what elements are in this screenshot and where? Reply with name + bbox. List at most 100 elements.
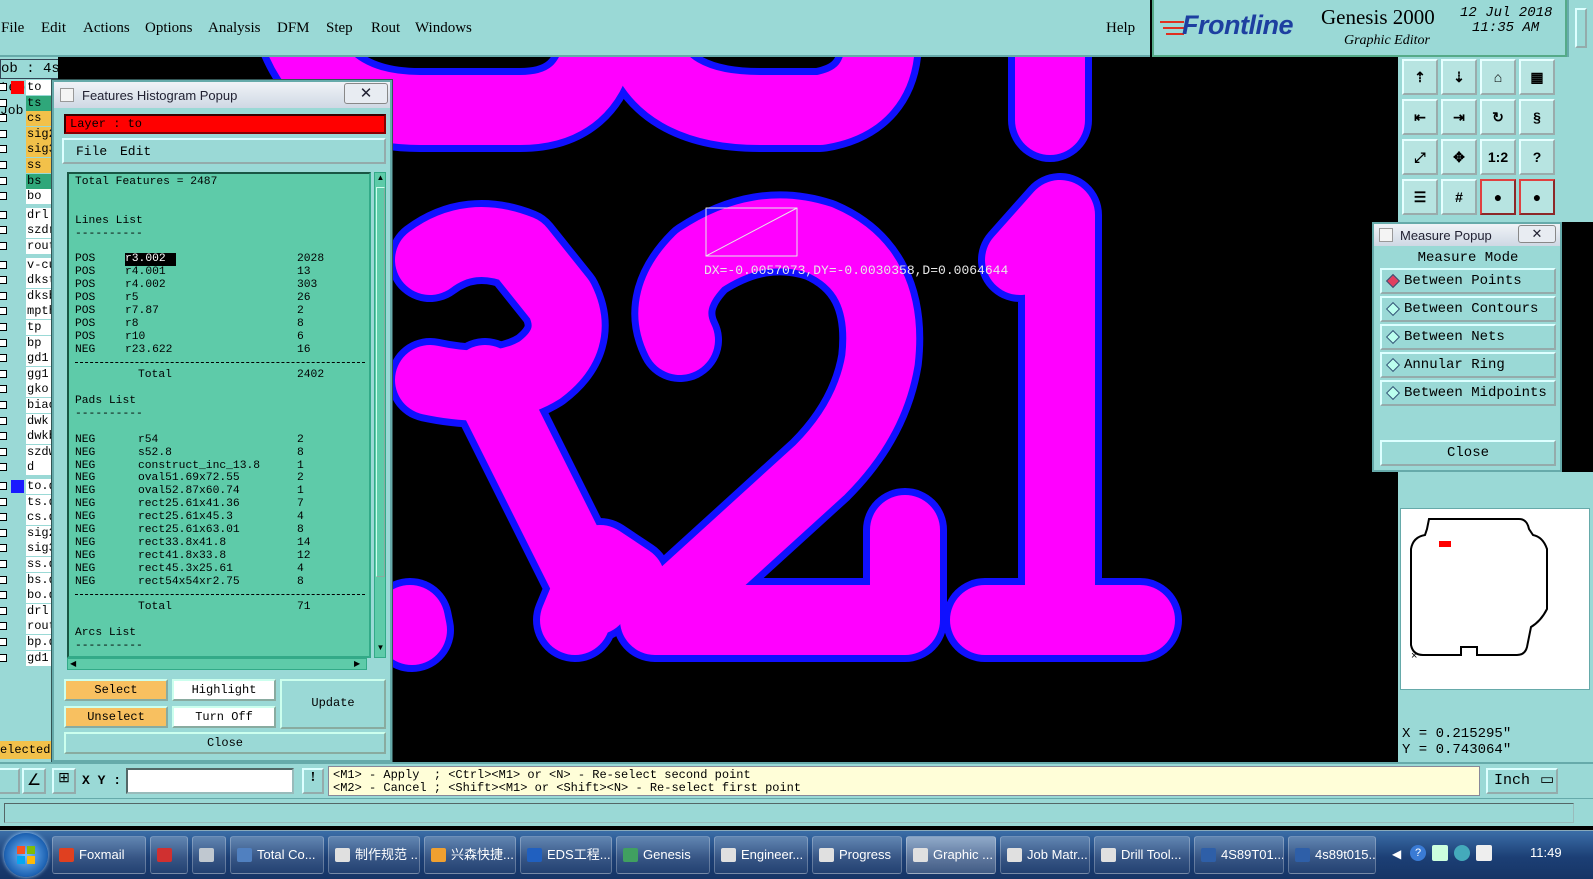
scroll-down-icon[interactable]: ▼ xyxy=(376,643,385,655)
option-between-points[interactable]: Between Points xyxy=(1380,268,1556,294)
header-scrollbar[interactable] xyxy=(1567,0,1593,57)
layer-checkbox[interactable] xyxy=(0,176,7,185)
layer-row[interactable]: bs.d xyxy=(0,572,58,588)
layer-checkbox[interactable] xyxy=(0,497,7,506)
layer-row[interactable]: bp.d xyxy=(0,635,58,650)
layer-row[interactable]: drl. xyxy=(0,603,58,619)
layer-row[interactable]: dkst xyxy=(0,273,58,289)
net-disconnect-icon[interactable]: ● xyxy=(1519,179,1555,215)
help-tray-icon[interactable]: ? xyxy=(1410,845,1426,861)
histogram-vertical-scrollbar[interactable]: ▲ ▼ xyxy=(374,172,386,658)
measure-close-button[interactable]: Close xyxy=(1380,440,1556,466)
histogram-menu-file[interactable]: File xyxy=(76,144,107,159)
taskbar-button[interactable]: Graphic ... xyxy=(906,836,996,874)
taskbar-button[interactable] xyxy=(150,836,188,874)
layer-checkbox[interactable] xyxy=(0,513,7,522)
taskbar-clock[interactable]: 11:49 xyxy=(1530,845,1562,860)
taskbar-button[interactable]: Total Co... xyxy=(230,836,324,874)
layer-checkbox[interactable] xyxy=(0,432,7,441)
layer-row[interactable]: bo xyxy=(0,189,58,205)
layer-checkbox[interactable] xyxy=(0,114,7,123)
layer-row[interactable]: d xyxy=(0,460,58,476)
menu-rout[interactable]: Rout xyxy=(371,20,400,37)
menu-edit[interactable]: Edit xyxy=(41,20,66,37)
layer-row[interactable]: bp xyxy=(0,335,58,351)
layer-row[interactable]: ts.d xyxy=(0,494,58,510)
close-icon[interactable]: ✕ xyxy=(344,83,388,104)
layer-row[interactable]: dwk xyxy=(0,413,58,429)
taskbar-button[interactable]: 4s89t015... xyxy=(1288,836,1376,874)
grid-icon[interactable]: # xyxy=(1441,179,1477,215)
tray-arrow-icon[interactable]: ◀ xyxy=(1392,847,1401,862)
taskbar-button[interactable]: Foxmail xyxy=(52,836,146,874)
layer-checkbox[interactable] xyxy=(0,226,7,235)
layer-row[interactable]: v-cu xyxy=(0,257,58,273)
layer-checkbox[interactable] xyxy=(0,98,7,107)
layer-row[interactable]: bs xyxy=(0,173,58,189)
warning-icon[interactable]: ! xyxy=(302,768,324,794)
update-button[interactable]: Update xyxy=(280,679,386,729)
menu-options[interactable]: Options xyxy=(145,20,193,37)
layer-checkbox[interactable] xyxy=(0,242,7,250)
menu-analysis[interactable]: Analysis xyxy=(208,20,261,37)
layer-row[interactable]: bo.d xyxy=(0,588,58,604)
flag-icon[interactable] xyxy=(1476,845,1492,861)
taskbar-button[interactable]: Drill Tool... xyxy=(1094,836,1190,874)
volume-icon[interactable] xyxy=(1454,845,1470,861)
zoom-down-icon[interactable]: ⇣ xyxy=(1441,59,1477,95)
layer-checkbox[interactable] xyxy=(0,385,7,394)
scroll-left-icon[interactable]: ◀ xyxy=(70,659,76,668)
network-icon[interactable] xyxy=(1432,845,1448,861)
scroll-right-icon[interactable]: ▶ xyxy=(354,659,360,668)
layer-checkbox[interactable] xyxy=(0,83,7,91)
option-between-nets[interactable]: Between Nets xyxy=(1380,324,1556,350)
layer-row[interactable]: ss xyxy=(0,158,58,173)
layer-checkbox[interactable] xyxy=(0,291,7,300)
snap-icon[interactable]: § xyxy=(1519,99,1555,135)
layer-row[interactable]: rout xyxy=(0,619,58,635)
taskbar-button[interactable]: Progress xyxy=(812,836,902,874)
layer-row[interactable]: biao xyxy=(0,398,58,413)
layer-row[interactable]: szdr xyxy=(0,223,58,239)
layer-checkbox[interactable] xyxy=(0,622,7,631)
layer-row[interactable]: to.d xyxy=(0,479,58,494)
pan-left-icon[interactable]: ⇤ xyxy=(1402,99,1438,135)
histogram-titlebar[interactable]: Features Histogram Popup ✕ xyxy=(54,82,390,108)
taskbar-button[interactable]: Job Matr... xyxy=(1000,836,1090,874)
scroll-up-icon[interactable]: ▲ xyxy=(376,173,385,185)
layer-row[interactable]: gg1 xyxy=(0,366,58,382)
net-connect-icon[interactable]: ● xyxy=(1480,179,1516,215)
layer-row[interactable]: cs xyxy=(0,111,58,127)
menu-windows[interactable]: Windows xyxy=(415,20,472,37)
pan-right-icon[interactable]: ⇥ xyxy=(1441,99,1477,135)
histogram-close-button[interactable]: Close xyxy=(64,732,386,754)
layer-checkbox[interactable] xyxy=(0,338,7,347)
layer-row[interactable]: cs.d xyxy=(0,510,58,526)
layer-checkbox[interactable] xyxy=(0,544,7,553)
layer-checkbox[interactable] xyxy=(0,307,7,316)
menu-step[interactable]: Step xyxy=(326,20,353,37)
layer-checkbox[interactable] xyxy=(0,354,7,363)
layer-checkbox[interactable] xyxy=(0,638,7,646)
layer-row[interactable]: ss.d xyxy=(0,557,58,572)
xy-input[interactable] xyxy=(126,768,294,794)
layer-checkbox[interactable] xyxy=(0,401,7,409)
layer-checkbox[interactable] xyxy=(0,369,7,378)
measure-titlebar[interactable]: Measure Popup ✕ xyxy=(1374,224,1560,246)
header-scroll-thumb[interactable] xyxy=(1575,8,1587,48)
menu-file[interactable]: File xyxy=(1,20,24,37)
layer-row[interactable]: drl xyxy=(0,207,58,223)
layer-row[interactable]: szdw xyxy=(0,444,58,460)
measure-tool-icon[interactable] xyxy=(0,768,20,794)
option-annular-ring[interactable]: Annular Ring xyxy=(1380,352,1556,378)
menu-actions[interactable]: Actions xyxy=(83,20,130,37)
layer-row[interactable]: gko xyxy=(0,382,58,398)
layer-checkbox[interactable] xyxy=(0,575,7,584)
taskbar-button[interactable]: 4S89T01... xyxy=(1194,836,1284,874)
histogram-horizontal-scrollbar[interactable]: ◀ ▶ xyxy=(67,658,367,670)
layer-checkbox[interactable] xyxy=(0,653,7,662)
zoom-up-icon[interactable]: ⇡ xyxy=(1402,59,1438,95)
layer-row[interactable]: sig2 xyxy=(0,126,58,142)
layer-checkbox[interactable] xyxy=(0,145,7,154)
layer-row[interactable]: sig3 xyxy=(0,142,58,158)
